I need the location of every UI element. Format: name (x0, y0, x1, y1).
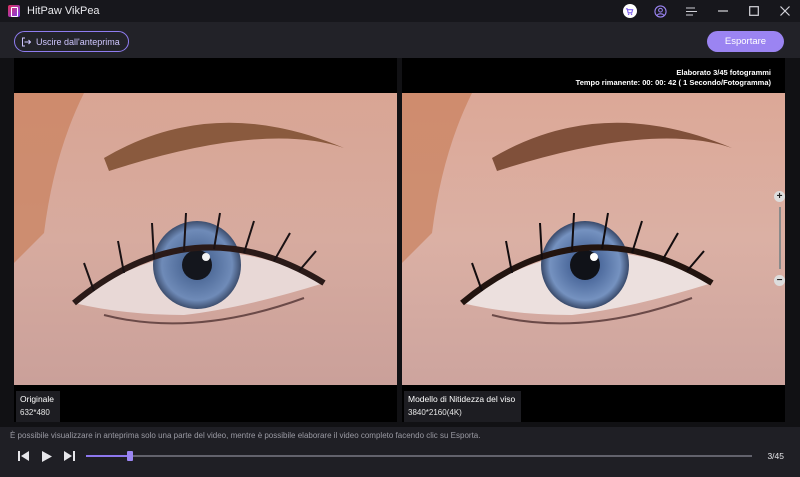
minimize-icon (717, 10, 728, 12)
original-info-box: Originale 632*480 (16, 391, 61, 422)
minimize-button[interactable] (707, 0, 738, 22)
processing-status: Elaborato 3/45 fotogrammi Tempo rimanent… (576, 68, 771, 88)
zoom-slider[interactable] (779, 207, 781, 269)
play-icon (42, 450, 52, 462)
cart-button[interactable] (614, 0, 645, 22)
app-title: HitPaw VikPea (27, 5, 100, 17)
title-bar: HitPaw VikPea (0, 0, 800, 22)
enhanced-info-box: Modello di Nitidezza del viso 3840*2160(… (404, 391, 522, 422)
next-frame-icon (63, 451, 75, 461)
original-title: Originale (20, 394, 55, 404)
enhanced-resolution: 3840*2160(4K) (408, 408, 462, 417)
exit-preview-label: Uscire dall'anteprima (36, 36, 120, 47)
next-frame-button[interactable] (62, 449, 76, 463)
toolbar: Uscire dall'anteprima Esportare (0, 22, 800, 58)
enhanced-preview-panel: Elaborato 3/45 fotogrammi Tempo rimanent… (402, 58, 785, 422)
menu-button[interactable] (676, 0, 707, 22)
remaining-time-text: Tempo rimanente: 00: 00: 42 ( 1 Secondo/… (575, 78, 771, 87)
processed-frames-text: Elaborato 3/45 fotogrammi (676, 68, 771, 77)
user-icon (654, 4, 667, 18)
previous-frame-icon (17, 451, 29, 461)
close-icon (779, 6, 790, 16)
zoom-in-button[interactable]: + (774, 191, 785, 202)
zoom-out-button[interactable]: − (774, 275, 785, 286)
timeline-progress (86, 455, 130, 457)
play-button[interactable] (40, 449, 54, 463)
enhanced-image (402, 93, 785, 385)
exit-preview-button[interactable]: Uscire dall'anteprima (14, 31, 129, 52)
timeline-handle[interactable] (127, 451, 133, 461)
account-button[interactable] (645, 0, 676, 22)
previous-frame-button[interactable] (16, 449, 30, 463)
app-logo-icon (8, 5, 20, 17)
zoom-control: + − (774, 191, 786, 286)
frame-counter: 3/45 (767, 451, 784, 461)
original-image (14, 93, 397, 385)
original-preview-panel: Originale 632*480 (14, 58, 397, 422)
maximize-icon (748, 6, 759, 16)
original-resolution: 632*480 (20, 408, 50, 417)
menu-icon (686, 6, 697, 16)
preview-notice: È possibile visualizzare in anteprima so… (10, 431, 481, 440)
export-button[interactable]: Esportare (707, 31, 784, 52)
playback-bar: È possibile visualizzare in anteprima so… (0, 427, 800, 477)
exit-icon (22, 37, 31, 46)
timeline-slider[interactable] (86, 451, 752, 461)
close-button[interactable] (769, 0, 800, 22)
cart-icon (622, 4, 637, 18)
maximize-button[interactable] (738, 0, 769, 22)
window-controls (614, 0, 800, 22)
model-title: Modello di Nitidezza del viso (408, 394, 516, 404)
